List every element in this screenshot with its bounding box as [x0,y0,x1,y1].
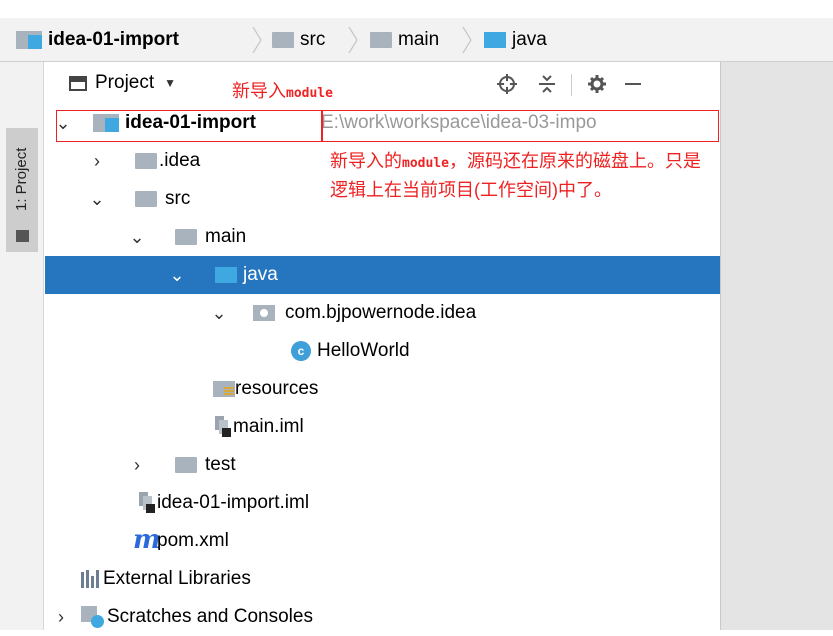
folder-icon [135,191,157,207]
folder-icon [135,153,157,169]
annotation-box-module [56,110,322,142]
tree-label: pom.xml [157,530,229,551]
breadcrumb: idea-01-import src main java [0,18,833,62]
source-folder-icon [215,267,237,283]
editor-area [720,62,833,630]
chevron-right-icon [252,26,262,54]
chevron-down-icon[interactable]: ⌄ [211,294,227,332]
tree-item-resources[interactable]: resources [45,370,720,408]
chevron-down-icon[interactable]: ⌄ [89,180,105,218]
chevron-right-icon [348,26,358,54]
chevron-right-icon[interactable]: › [89,142,105,180]
module-folder-icon [16,31,42,49]
resources-folder-icon [213,381,235,397]
tree-label: com.bjpowernode.idea [285,302,477,323]
collapse-all-icon[interactable] [535,72,559,96]
tree-item-main[interactable]: ⌄ main [45,218,720,256]
window-icon [69,75,87,91]
tree-label: java [243,264,278,285]
toolbar-divider [571,74,572,96]
hide-icon[interactable] [621,72,645,96]
chevron-right-icon[interactable]: › [129,446,145,484]
folder-icon [175,457,197,473]
tree-label: External Libraries [103,568,251,589]
breadcrumb-item-src[interactable]: src [272,18,325,62]
tree-item-module-iml[interactable]: idea-01-import.iml [45,484,720,522]
chevron-down-icon[interactable]: ⌄ [169,256,185,294]
tree-label: HelloWorld [317,340,410,361]
class-icon: c [291,341,311,361]
tool-window-stripe: 1: Project [0,62,44,630]
tree-item-external-libraries[interactable]: External Libraries [45,560,720,598]
scratches-icon [81,606,105,628]
package-icon [253,305,275,321]
annotation-note-line-2: 逻辑上在当前项目(工作空间)中了。 [330,180,612,200]
tree-label: idea-01-import.iml [157,492,310,513]
gear-icon[interactable] [585,72,609,96]
tree-item-package[interactable]: ⌄ com.bjpowernode.idea [45,294,720,332]
tree-label: Scratches and Consoles [107,606,313,627]
tree-label: main [205,226,247,247]
tree-label: .idea [159,150,201,171]
folder-icon [272,32,294,48]
locate-icon[interactable] [495,72,519,96]
project-view-dropdown[interactable]: Project ▼ [69,66,176,100]
tree-item-scratches[interactable]: › Scratches and Consoles [45,598,720,636]
chevron-down-icon: ▼ [164,76,177,90]
tree-item-main-iml[interactable]: main.iml [45,408,720,446]
tree-label: resources [235,378,319,399]
chevron-right-icon [462,26,472,54]
project-view-label: Project [95,72,155,93]
folder-icon [370,32,392,48]
breadcrumb-item-module[interactable]: idea-01-import [16,18,179,62]
annotation-box-path [322,110,719,142]
annotation-note-line-1: 新导入的module，源码还在原来的磁盘上。只是 [330,151,701,171]
tree-item-test[interactable]: › test [45,446,720,484]
chevron-right-icon[interactable]: › [53,598,69,636]
top-margin [0,0,833,18]
tree-label: test [205,454,236,475]
iml-file-icon [137,492,155,514]
source-folder-icon [484,32,506,48]
annotation-title: 新导入module [232,81,333,101]
library-icon [81,570,103,588]
project-tool-tab[interactable]: 1: Project [6,128,38,252]
project-tool-tab-label: 1: Project [13,147,30,211]
folder-icon [175,229,197,245]
project-toolwindow-header: Project ▼ [45,62,720,104]
folder-icon [16,230,29,242]
tree-item-java[interactable]: ⌄ java [45,256,720,294]
tree-item-class[interactable]: c HelloWorld [45,332,720,370]
breadcrumb-item-main[interactable]: main [370,18,439,62]
tree-item-pom[interactable]: m pom.xml [45,522,720,560]
annotation-note: 新导入的module，源码还在原来的磁盘上。只是 逻辑上在当前项目(工作空间)中… [330,148,701,203]
breadcrumb-item-java[interactable]: java [484,18,547,62]
chevron-down-icon[interactable]: ⌄ [129,218,145,256]
iml-file-icon [213,416,231,438]
tree-label: src [165,188,191,209]
tree-label: main.iml [233,416,304,437]
